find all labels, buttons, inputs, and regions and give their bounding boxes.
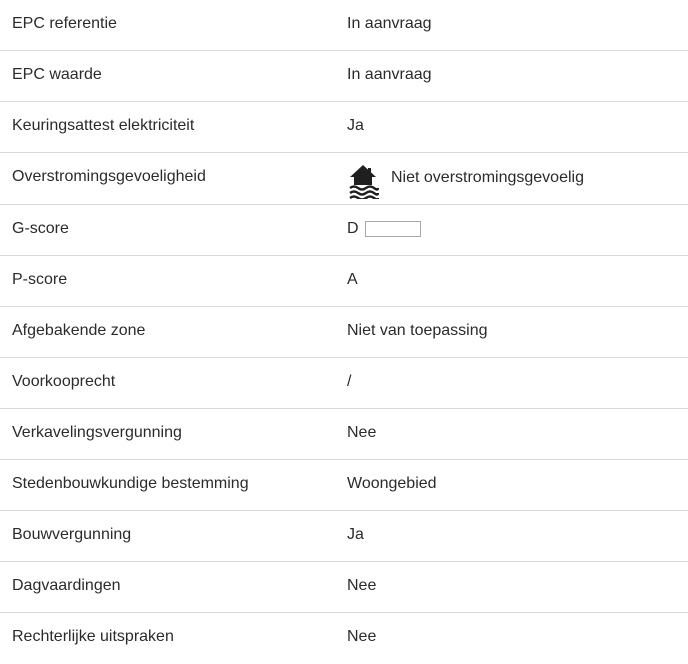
row-label: Bouwvergunning: [12, 526, 132, 543]
row-value-group: D: [347, 219, 421, 239]
row-value: Ja: [347, 117, 364, 134]
row-label: Keuringsattest elektriciteit: [12, 117, 195, 134]
row-label: Stedenbouwkundige bestemming: [12, 475, 249, 492]
row-label: Afgebakende zone: [12, 322, 146, 339]
row-afgebakende-zone: Afgebakende zone Niet van toepassing: [0, 307, 688, 358]
row-label: EPC waarde: [12, 66, 102, 83]
row-label: P-score: [12, 271, 68, 288]
row-dagvaardingen: Dagvaardingen Nee: [0, 562, 688, 613]
row-voorkooprecht: Voorkooprecht /: [0, 358, 688, 409]
row-epc-waarde: EPC waarde In aanvraag: [0, 51, 688, 102]
row-label: Rechterlijke uitspraken: [12, 628, 174, 645]
row-overstromingsgevoeligheid: Overstromingsgevoeligheid Niet overstrom…: [0, 153, 688, 205]
row-label: Verkavelingsvergunning: [12, 424, 182, 441]
row-value: A: [347, 271, 358, 288]
row-value: Nee: [347, 577, 377, 594]
row-value-group: Niet overstromingsgevoelig: [347, 165, 584, 201]
score-indicator-box: [364, 221, 421, 237]
property-details-table: EPC referentie In aanvraag EPC waarde In…: [0, 0, 688, 664]
house-flood-icon: [347, 163, 380, 201]
row-label: EPC referentie: [12, 15, 117, 32]
row-label: Dagvaardingen: [12, 577, 121, 594]
row-value: Nee: [347, 424, 377, 441]
row-value: Niet overstromingsgevoelig: [391, 169, 584, 186]
row-verkavelingsvergunning: Verkavelingsvergunning Nee: [0, 409, 688, 460]
row-g-score: G-score D: [0, 205, 688, 256]
row-rechterlijke-uitspraken: Rechterlijke uitspraken Nee: [0, 613, 688, 664]
row-p-score: P-score A: [0, 256, 688, 307]
row-value: In aanvraag: [347, 66, 432, 83]
row-value: Ja: [347, 526, 364, 543]
row-value: Nee: [347, 628, 377, 645]
row-bouwvergunning: Bouwvergunning Ja: [0, 511, 688, 562]
row-value: Woongebied: [347, 475, 437, 492]
row-label: Voorkooprecht: [12, 373, 116, 390]
row-label: G-score: [12, 220, 69, 237]
row-value: Niet van toepassing: [347, 322, 488, 339]
row-epc-referentie: EPC referentie In aanvraag: [0, 0, 688, 51]
row-keuringsattest: Keuringsattest elektriciteit Ja: [0, 102, 688, 153]
row-label: Overstromingsgevoeligheid: [12, 168, 206, 185]
row-value: D: [347, 220, 359, 237]
row-value: /: [347, 373, 352, 390]
row-value: In aanvraag: [347, 15, 432, 32]
row-stedenbouwkundige-bestemming: Stedenbouwkundige bestemming Woongebied: [0, 460, 688, 511]
